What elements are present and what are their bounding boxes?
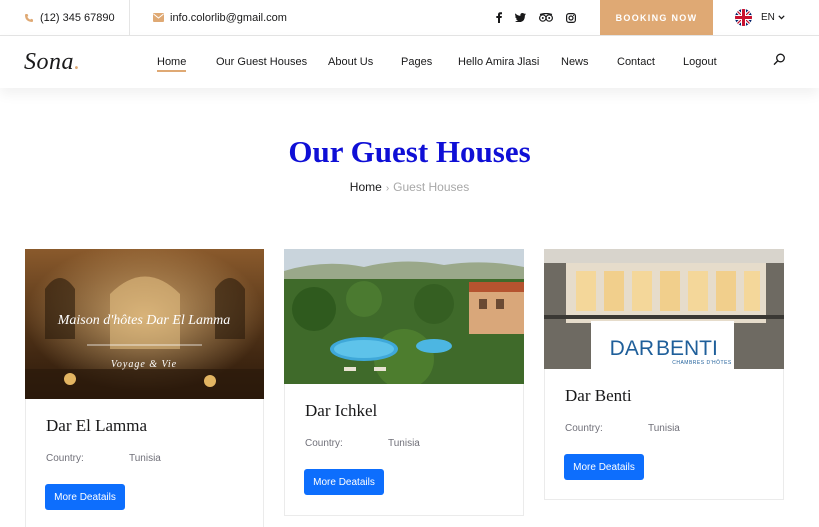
guest-house-name: Dar Ichkel bbox=[305, 401, 378, 420]
page-title: Our Guest Houses bbox=[288, 134, 531, 169]
tripadvisor-icon[interactable] bbox=[539, 13, 553, 22]
logo-right-text: BENTI bbox=[656, 337, 718, 360]
nav-news[interactable]: News bbox=[561, 36, 589, 88]
guest-house-card: DAR BENTI CHAMBRES D'HÔTES Dar Benti Cou… bbox=[544, 249, 784, 500]
nav-logout[interactable]: Logout bbox=[683, 36, 717, 88]
uk-flag-icon bbox=[735, 9, 752, 26]
guest-house-image: Maison d'hôtes Dar El Lamma Voyage & Vie bbox=[25, 249, 264, 399]
logo-text: Sona bbox=[24, 49, 74, 75]
more-details-button[interactable]: More Deatails bbox=[564, 454, 644, 480]
guest-house-image: DAR BENTI CHAMBRES D'HÔTES bbox=[544, 249, 784, 369]
nav-about-us[interactable]: About Us bbox=[328, 36, 373, 88]
logo-dot: . bbox=[74, 49, 81, 75]
guest-house-name: Dar Benti bbox=[565, 386, 632, 405]
envelope-icon bbox=[153, 13, 164, 22]
breadcrumb-home[interactable]: Home bbox=[350, 180, 382, 194]
topbar-divider bbox=[129, 0, 130, 35]
chevron-down-icon bbox=[778, 15, 785, 20]
site-logo[interactable]: Sona. bbox=[24, 49, 81, 76]
nav-our-guest-houses[interactable]: Our Guest Houses bbox=[216, 36, 307, 88]
language-selector[interactable]: EN bbox=[735, 0, 785, 35]
nav-home[interactable]: Home bbox=[157, 36, 187, 88]
phone-icon bbox=[24, 13, 34, 23]
breadcrumb: Home › Guest Houses bbox=[0, 180, 819, 194]
more-details-button[interactable]: More Deatails bbox=[304, 469, 384, 495]
phone-info: (12) 345 67890 bbox=[24, 0, 115, 35]
search-icon[interactable] bbox=[773, 53, 786, 71]
nav-user-greeting[interactable]: Hello Amira Jlasi bbox=[458, 36, 539, 88]
guest-house-name: Dar El Lamma bbox=[46, 416, 148, 435]
breadcrumb-current: Guest Houses bbox=[393, 180, 470, 194]
facebook-icon[interactable] bbox=[496, 12, 502, 23]
country-value: Tunisia bbox=[648, 423, 680, 434]
nav-pages[interactable]: Pages bbox=[401, 36, 432, 88]
image-overlay-subtitle: Voyage & Vie bbox=[111, 359, 177, 370]
twitter-icon[interactable] bbox=[515, 13, 526, 22]
logo-left-text: DAR bbox=[610, 337, 654, 360]
country-label: Country: bbox=[305, 438, 343, 449]
guest-house-card: Maison d'hôtes Dar El Lamma Voyage & Vie… bbox=[25, 249, 264, 527]
country-label: Country: bbox=[565, 423, 603, 434]
email-info: info.colorlib@gmail.com bbox=[153, 0, 287, 35]
top-bar: (12) 345 67890 info.colorlib@gmail.com B… bbox=[0, 0, 819, 36]
image-overlay-title: Maison d'hôtes Dar El Lamma bbox=[57, 313, 231, 328]
breadcrumb-separator: › bbox=[385, 183, 390, 194]
phone-number: (12) 345 67890 bbox=[40, 11, 115, 24]
logo-sub-text: CHAMBRES D'HÔTES bbox=[672, 359, 732, 366]
language-code: EN bbox=[761, 12, 775, 23]
more-details-button[interactable]: More Deatails bbox=[45, 484, 125, 510]
instagram-icon[interactable] bbox=[566, 12, 576, 23]
guest-house-card: Dar Ichkel Country: Tunisia More Deatail… bbox=[284, 249, 524, 516]
main-header: Sona. Home Our Guest Houses About Us Pag… bbox=[0, 36, 819, 88]
country-value: Tunisia bbox=[388, 438, 420, 449]
social-links bbox=[496, 0, 576, 35]
country-label: Country: bbox=[46, 453, 84, 464]
nav-contact[interactable]: Contact bbox=[617, 36, 655, 88]
guest-house-image bbox=[284, 249, 524, 384]
email-address[interactable]: info.colorlib@gmail.com bbox=[170, 12, 287, 24]
country-value: Tunisia bbox=[129, 453, 161, 464]
booking-now-button[interactable]: BOOKING NOW bbox=[600, 0, 713, 35]
